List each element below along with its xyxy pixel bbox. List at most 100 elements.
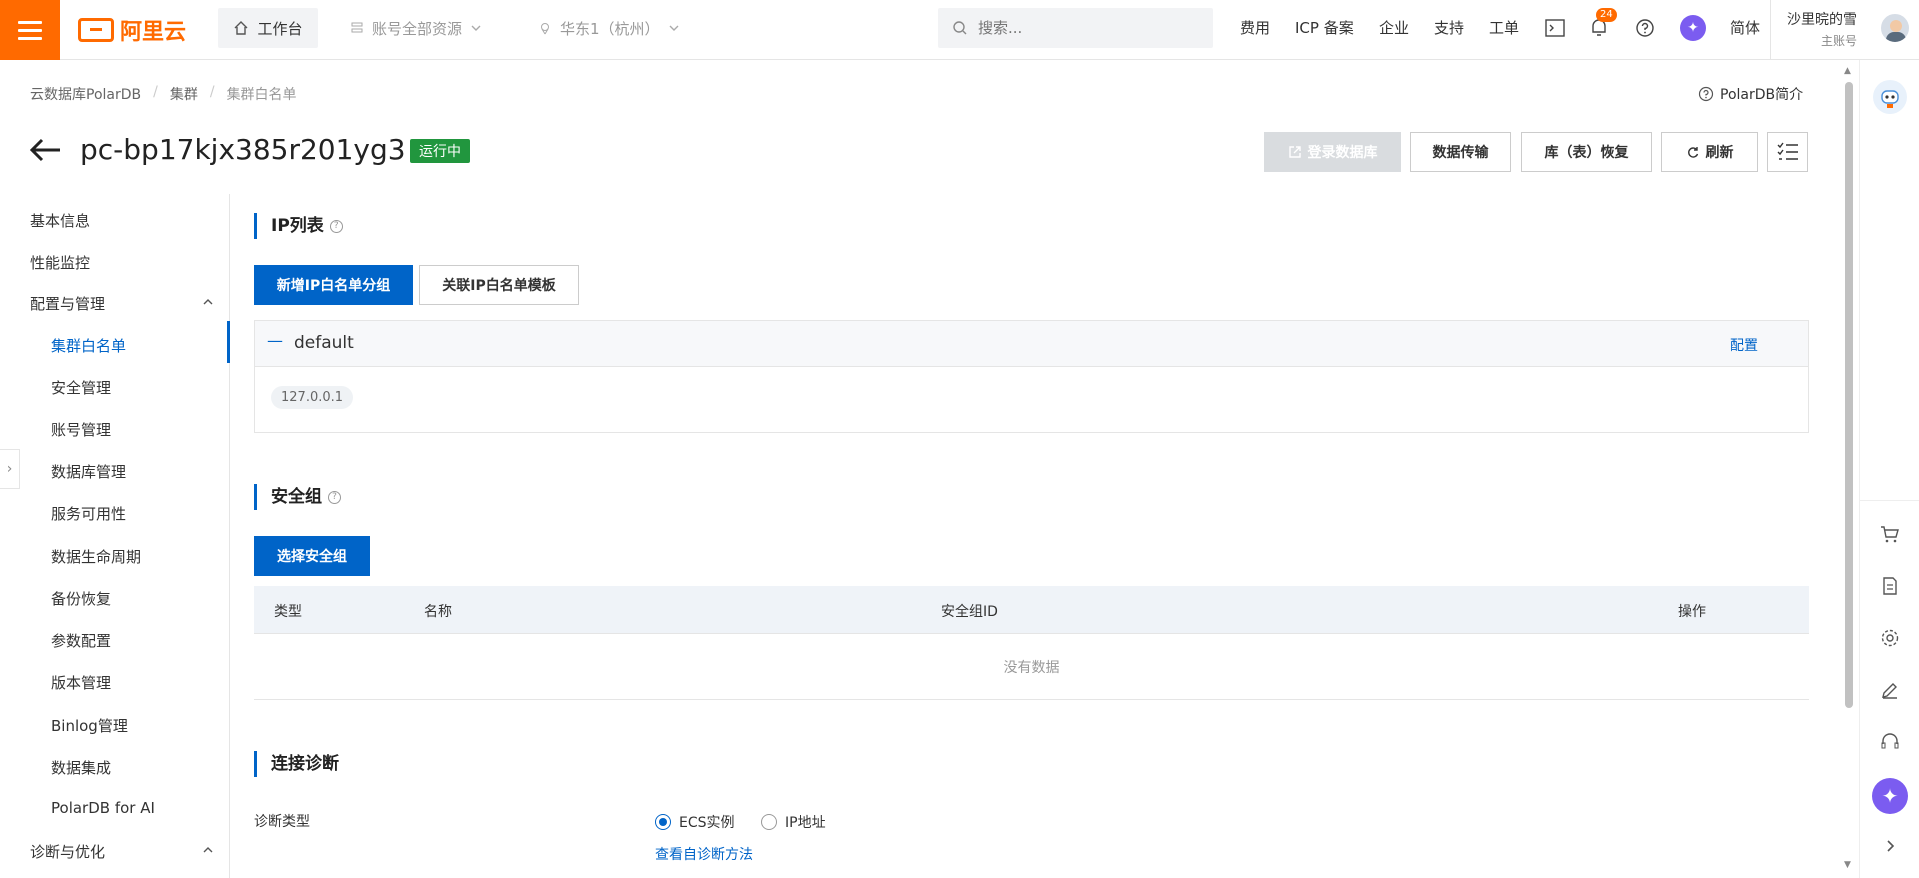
menu-icon[interactable] [0,0,60,60]
sidebar-item-integration[interactable]: 数据集成 [51,757,111,778]
refresh-button[interactable]: 刷新 [1661,132,1758,172]
resource-icon [351,22,363,33]
aliyun-logo[interactable]: 阿里云 [78,14,186,46]
diagnosis-title: 连接诊断 [271,754,339,774]
radio-ip[interactable]: IP地址 [761,812,826,832]
sidebar-item-backup[interactable]: 备份恢复 [51,588,111,609]
radio-ip-indicator[interactable] [761,814,777,830]
login-database-button[interactable]: 登录数据库 [1264,132,1401,172]
breadcrumb-cluster[interactable]: 集群 [170,84,198,104]
sidebar-item-binlog[interactable]: Binlog管理 [51,715,128,736]
nav-link-icp[interactable]: ICP 备案 [1295,17,1354,38]
page-scrollbar[interactable]: ▲ ▼ [1842,60,1856,878]
polardb-intro-label: PolarDB简介 [1720,87,1804,103]
headset-icon[interactable] [1878,730,1902,754]
top-navbar: 阿里云 工作台 账号全部资源 华东1（杭州） 费用 ICP 备案 企业 支持 工… [0,0,1919,60]
sidebar-item-whitelist[interactable]: 集群白名单 [51,335,126,356]
right-tool-rail: ✦ [1859,60,1919,878]
page-title: pc-bp17kjx385r201yg3 [80,133,406,166]
ai-assistant-icon[interactable]: ✦ [1680,15,1706,41]
search-icon [953,21,967,35]
user-role: 主账号 [1821,34,1858,48]
config-link[interactable]: 配置 [1730,335,1758,355]
document-icon[interactable] [1878,574,1902,598]
resource-selector[interactable]: 账号全部资源 [350,8,482,48]
breadcrumb: 云数据库PolarDB / 集群 / 集群白名单 [30,84,297,104]
breadcrumb-polardb[interactable]: 云数据库PolarDB [30,84,141,104]
ip-list-title: IP列表 [271,216,324,236]
collapse-minus-icon[interactable]: — [267,331,283,350]
scroll-down-icon[interactable]: ▼ [1844,860,1851,870]
sidebar-item-basic-info[interactable]: 基本信息 [30,210,90,231]
cart-icon[interactable] [1878,522,1902,546]
sidebar-item-version[interactable]: 版本管理 [51,672,111,693]
search-box[interactable] [938,8,1213,48]
breadcrumb-current: 集群白名单 [226,87,297,103]
user-name: 沙里晥的雪 [1787,12,1857,28]
sidebar-item-accounts[interactable]: 账号管理 [51,419,111,440]
sidebar-item-parameters[interactable]: 参数配置 [51,630,111,651]
sidebar-item-lifecycle[interactable]: 数据生命周期 [51,546,141,567]
sidebar-group-diagnosis[interactable]: 诊断与优化 [30,841,105,862]
radio-ecs-label: ECS实例 [679,815,735,831]
table-restore-button[interactable]: 库（表）恢复 [1521,132,1652,172]
status-badge: 运行中 [410,139,470,163]
scrollbar-thumb[interactable] [1845,82,1853,708]
region-selector[interactable]: 华东1（杭州） [538,8,680,48]
sidebar-item-performance[interactable]: 性能监控 [30,252,90,273]
back-arrow-icon[interactable] [28,137,62,163]
chevron-right-icon[interactable] [1878,834,1902,858]
add-ip-group-button[interactable]: 新增IP白名单分组 [254,265,413,305]
data-transfer-button[interactable]: 数据传输 [1410,132,1511,172]
user-menu[interactable]: 沙里晥的雪 主账号 [1770,0,1919,60]
sidebar-group-config[interactable]: 配置与管理 [30,293,105,314]
home-icon [234,21,248,35]
sidebar-item-polardb-ai[interactable]: PolarDB for AI [51,799,155,817]
chevron-right-icon: › [6,461,13,477]
terminal-icon[interactable] [1545,19,1565,37]
radio-ecs[interactable]: ECS实例 [655,812,735,832]
rail-divider [1860,500,1919,501]
sidebar-item-security[interactable]: 安全管理 [51,377,111,398]
notification-badge: 24 [1596,8,1617,22]
robot-icon [1881,90,1899,108]
link-whitelist-template-button[interactable]: 关联IP白名单模板 [419,265,579,305]
ip-group-header: — default 配置 [255,321,1808,367]
checklist-icon [1777,142,1798,160]
radio-ip-label: IP地址 [785,815,826,831]
workbench-button[interactable]: 工作台 [218,8,318,48]
list-view-button[interactable] [1767,132,1808,172]
help-circle-icon [1698,86,1714,102]
self-diagnosis-method-link[interactable]: 查看自诊断方法 [655,844,753,864]
help-icon[interactable]: ? [329,219,343,233]
chevron-up-icon[interactable] [202,844,214,856]
polardb-intro-link[interactable]: PolarDB简介 [1698,84,1803,104]
nav-link-fees[interactable]: 费用 [1240,17,1270,38]
search-input[interactable] [978,19,1178,37]
radio-ecs-indicator[interactable] [655,814,671,830]
select-security-group-button[interactable]: 选择安全组 [254,536,370,576]
nav-link-enterprise[interactable]: 企业 [1379,17,1409,38]
ai-spark-icon[interactable]: ✦ [1872,778,1908,814]
language-switch[interactable]: 简体 [1730,17,1760,38]
help-icon[interactable] [1635,18,1655,38]
security-group-table-header: 类型 名称 安全组ID 操作 [254,586,1809,634]
column-security-group-id: 安全组ID [941,604,998,620]
scroll-up-icon[interactable]: ▲ [1844,66,1851,76]
chevron-up-icon[interactable] [202,296,214,308]
sidebar-item-databases[interactable]: 数据库管理 [51,461,126,482]
breadcrumb-separator: / [153,84,158,100]
edit-icon[interactable] [1878,678,1902,702]
column-name: 名称 [424,604,452,620]
settings-icon[interactable] [1878,626,1902,650]
nav-link-ticket[interactable]: 工单 [1489,17,1519,38]
ip-address-tag: 127.0.0.1 [271,386,354,409]
column-actions: 操作 [1678,604,1706,620]
sidebar-item-availability[interactable]: 服务可用性 [51,503,126,524]
sidebar-collapse-toggle[interactable]: › [0,449,20,489]
region-selector-label: 华东1（杭州） [560,19,660,38]
nav-link-support[interactable]: 支持 [1434,17,1464,38]
robot-assistant-icon[interactable] [1873,80,1907,114]
diagnosis-section-title: 连接诊断 [254,751,339,777]
help-icon[interactable]: ? [328,490,341,504]
